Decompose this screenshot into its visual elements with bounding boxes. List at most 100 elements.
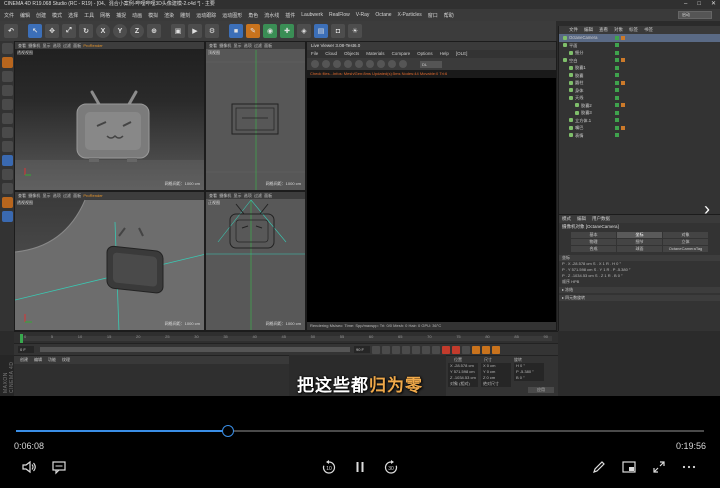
attribute-tab[interactable]: 物理	[571, 239, 616, 245]
attribute-tab[interactable]: 球面	[617, 246, 662, 252]
om-menu-item[interactable]: 编辑	[584, 26, 593, 34]
material-tag-icon[interactable]	[621, 58, 625, 63]
close-icon[interactable]: ✕	[711, 0, 716, 9]
viewport-perspective-top[interactable]: 查看 摄像机 显示 选项 过滤 面板 ProRender 透视视图 网格间距：1…	[14, 41, 205, 191]
lv-menu-item[interactable]: [OLE]	[456, 50, 468, 58]
object-row[interactable]: 空白	[559, 57, 720, 65]
edges-mode-icon[interactable]	[1, 113, 13, 124]
points-mode-icon[interactable]	[1, 99, 13, 110]
scale-icon[interactable]: ⤢	[62, 24, 76, 38]
fullscreen-icon[interactable]	[650, 458, 668, 476]
timeline[interactable]: 0 5 10 15 20 25 30 35 40 45 50 55 60 65 70 75 80 85 90	[14, 331, 558, 343]
maximize-icon[interactable]: □	[697, 0, 701, 9]
mat-menu-item[interactable]: 创建	[20, 356, 28, 364]
object-row[interactable]: 圆柱	[559, 79, 720, 87]
frame-range-slider[interactable]	[40, 347, 350, 352]
menu-item[interactable]: Octane	[375, 12, 391, 18]
attribute-tab[interactable]: 基本	[571, 232, 616, 238]
deformer-icon[interactable]: ◈	[297, 24, 311, 38]
texture-mode-icon[interactable]	[1, 71, 13, 82]
attribute-tab[interactable]: 细节	[617, 239, 662, 245]
object-row[interactable]: OctaneCamera	[559, 34, 720, 42]
render-picture-icon[interactable]: ▶	[188, 24, 202, 38]
material-tag-icon[interactable]	[621, 35, 625, 40]
paint-icon[interactable]	[1, 197, 13, 208]
visibility-check-icon[interactable]	[615, 35, 619, 40]
progress-thumb[interactable]	[221, 425, 234, 437]
next-chevron-icon[interactable]: ›	[704, 200, 718, 218]
menu-item[interactable]: 选择	[68, 12, 78, 19]
select-icon[interactable]: ↖	[28, 24, 42, 38]
minimize-icon[interactable]: –	[684, 0, 687, 9]
attribute-tab[interactable]: 合成	[571, 246, 616, 252]
array-icon[interactable]: ✚	[280, 24, 294, 38]
play-icon[interactable]	[402, 345, 410, 354]
visibility-check-icon[interactable]	[615, 88, 619, 93]
material-tag-icon[interactable]	[621, 103, 625, 108]
menu-item[interactable]: 运动跟踪	[196, 12, 216, 19]
mat-menu-item[interactable]: 编辑	[34, 356, 42, 364]
move-icon[interactable]: ✥	[45, 24, 59, 38]
menu-item[interactable]: 雕刻	[180, 12, 190, 19]
keyframe-selection-icon[interactable]	[462, 345, 470, 354]
visibility-check-icon[interactable]	[615, 65, 619, 70]
kernel-select[interactable]: DL	[420, 60, 442, 68]
render-settings-icon[interactable]: ⚙	[205, 24, 219, 38]
lv-menu-item[interactable]: Help	[440, 50, 449, 58]
menu-item[interactable]: 编辑	[20, 12, 30, 19]
mat-menu-item[interactable]: 功能	[48, 356, 56, 364]
attribute-tab[interactable]: OctaneCameraTag	[663, 246, 708, 252]
lv-menu-item[interactable]: Options	[417, 50, 433, 58]
menu-item[interactable]: 运动图形	[222, 12, 242, 19]
visibility-check-icon[interactable]	[615, 95, 619, 100]
object-row[interactable]: 胶囊1	[559, 64, 720, 72]
om-menu-item[interactable]: 对象	[614, 26, 623, 34]
am-menu-item[interactable]: 模式	[562, 215, 571, 223]
render-start-icon[interactable]	[311, 60, 319, 68]
axis-z-icon[interactable]: Z	[130, 24, 144, 38]
make-editable-icon[interactable]	[1, 43, 13, 54]
menu-item[interactable]: 窗口	[428, 12, 438, 19]
end-frame-field[interactable]: 90 F	[354, 346, 370, 353]
menu-item[interactable]: 插件	[285, 12, 295, 19]
lv-menu-item[interactable]: Objects	[344, 50, 359, 58]
subdivision-icon[interactable]: ◉	[263, 24, 277, 38]
menu-item[interactable]: 模式	[52, 12, 62, 19]
floor-icon[interactable]: ▤	[314, 24, 328, 38]
om-menu-item[interactable]: 查看	[599, 26, 608, 34]
pause-icon[interactable]	[333, 60, 341, 68]
menu-item[interactable]: 网格	[100, 12, 110, 19]
am-menu-item[interactable]: 用户数据	[592, 215, 610, 223]
om-menu-item[interactable]: 书签	[644, 26, 653, 34]
more-options-icon[interactable]	[680, 458, 698, 476]
am-menu-item[interactable]: 编辑	[577, 215, 586, 223]
menu-item[interactable]: 动画	[132, 12, 142, 19]
scale-key-icon[interactable]	[482, 345, 490, 354]
visibility-check-icon[interactable]	[615, 50, 619, 55]
model-mode-icon[interactable]	[1, 57, 13, 68]
mat-menu-item[interactable]: 纹理	[62, 356, 70, 364]
rotate-icon[interactable]: ↻	[79, 24, 93, 38]
object-row[interactable]: 平面	[559, 42, 720, 50]
material-tag-icon[interactable]	[621, 80, 625, 85]
visibility-check-icon[interactable]	[615, 103, 619, 108]
go-end-icon[interactable]	[432, 345, 440, 354]
auto-key-icon[interactable]	[452, 345, 460, 354]
om-menu-item[interactable]: 文件	[569, 26, 578, 34]
rotation-order-field[interactable]: 顺序 HPB	[559, 279, 720, 285]
volume-icon[interactable]	[20, 458, 38, 476]
menu-item[interactable]: 模拟	[148, 12, 158, 19]
menu-item[interactable]: 捕捉	[116, 12, 126, 19]
prev-frame-icon[interactable]	[392, 345, 400, 354]
subtitles-icon[interactable]	[50, 458, 68, 476]
object-row[interactable]: 细分	[559, 49, 720, 57]
edit-pen-icon[interactable]	[590, 458, 608, 476]
lock-icon[interactable]	[1, 169, 13, 180]
visibility-check-icon[interactable]	[615, 110, 619, 115]
menu-item[interactable]: 渲染	[164, 12, 174, 19]
lock-icon[interactable]	[366, 60, 374, 68]
attribute-tab[interactable]: 对象	[663, 232, 708, 238]
menu-item[interactable]: 流水线	[264, 12, 279, 19]
forward-30-icon[interactable]: 30	[382, 458, 400, 476]
record-icon[interactable]	[442, 345, 450, 354]
